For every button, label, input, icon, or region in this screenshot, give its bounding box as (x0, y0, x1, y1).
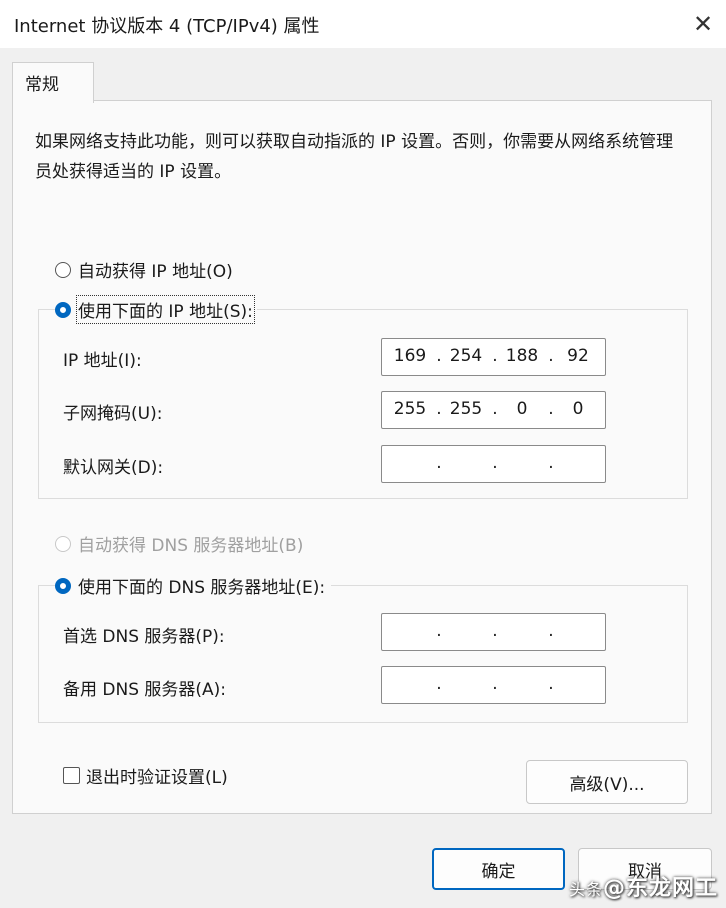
alternate-dns-input[interactable]: . . . (381, 666, 606, 704)
close-icon: ✕ (692, 10, 714, 38)
octet-separator: . (548, 674, 554, 694)
validate-checkbox-label: 退出时验证设置(L) (86, 768, 228, 788)
preferred-dns-label: 首选 DNS 服务器(P): (63, 627, 225, 647)
ip-octet-2: 254 (449, 346, 483, 366)
tab-general[interactable]: 常规 (12, 62, 94, 103)
radio-manual-ip-label: 使用下面的 IP 地址(S): (76, 295, 255, 324)
mask-octet-2: 255 (449, 399, 483, 419)
radio-manual-ip-circle[interactable] (55, 301, 71, 318)
window-title: Internet 协议版本 4 (TCP/IPv4) 属性 (14, 16, 320, 37)
radio-manual-dns[interactable]: 使用下面的 DNS 服务器地址(E): (55, 573, 332, 598)
octet-separator: . (436, 674, 442, 694)
description-text: 如果网络支持此功能，则可以获取自动指派的 IP 设置。否则，你需要从网络系统管理… (35, 132, 674, 182)
mask-octet-4: 0 (572, 399, 584, 419)
title-bar: Internet 协议版本 4 (TCP/IPv4) 属性 ✕ (0, 0, 726, 48)
close-button[interactable]: ✕ (680, 0, 726, 48)
ip-address-label: IP 地址(I): (63, 351, 142, 371)
octet-separator: . (436, 453, 442, 473)
tab-panel-general: 如果网络支持此功能，则可以获取自动指派的 IP 设置。否则，你需要从网络系统管理… (12, 100, 712, 814)
radio-auto-ip-circle[interactable] (55, 261, 71, 278)
octet-separator: . (492, 674, 498, 694)
watermark-prefix: 头条 (568, 880, 603, 899)
radio-auto-dns: 自动获得 DNS 服务器地址(B) (55, 531, 303, 556)
subnet-mask-input[interactable]: 255 . 255 . 0 . 0 (381, 391, 606, 429)
ip-settings-group: IP 地址(I): 169 . 254 . 188 . 92 子网掩码(U): … (38, 309, 688, 499)
preferred-dns-input[interactable]: . . . (381, 613, 606, 651)
octet-separator: . (436, 346, 442, 366)
watermark-text: @东龙网工 (602, 876, 718, 901)
dns-settings-group: 首选 DNS 服务器(P): . . . 备用 DNS 服务器(A): . . … (38, 585, 688, 723)
octet-separator: . (492, 453, 498, 473)
radio-auto-ip[interactable]: 自动获得 IP 地址(O) (55, 257, 233, 282)
ok-button-label: 确定 (481, 861, 516, 882)
alternate-dns-label: 备用 DNS 服务器(A): (63, 680, 227, 700)
octet-separator: . (492, 621, 498, 641)
subnet-mask-label: 子网掩码(U): (63, 404, 163, 424)
radio-manual-dns-label: 使用下面的 DNS 服务器地址(E): (78, 578, 326, 598)
octet-separator: . (548, 399, 554, 419)
octet-separator: . (548, 621, 554, 641)
radio-manual-dns-circle[interactable] (55, 577, 71, 594)
ip-octet-4: 92 (567, 346, 589, 366)
tab-label: 常规 (25, 75, 59, 95)
radio-auto-dns-circle (55, 535, 71, 552)
advanced-button[interactable]: 高级(V)... (526, 760, 688, 804)
radio-auto-dns-label: 自动获得 DNS 服务器地址(B) (78, 536, 304, 556)
radio-auto-ip-label: 自动获得 IP 地址(O) (78, 262, 233, 282)
validate-checkbox[interactable] (63, 767, 80, 784)
octet-separator: . (548, 346, 554, 366)
default-gateway-label: 默认网关(D): (63, 458, 164, 478)
octet-separator: . (436, 621, 442, 641)
octet-separator: . (548, 453, 554, 473)
radio-manual-ip[interactable]: 使用下面的 IP 地址(S): (55, 295, 257, 324)
ip-address-input[interactable]: 169 . 254 . 188 . 92 (381, 338, 606, 376)
validate-on-exit[interactable]: 退出时验证设置(L) (63, 763, 228, 788)
mask-octet-3: 0 (516, 399, 528, 419)
ok-button[interactable]: 确定 (432, 848, 565, 890)
octet-separator: . (492, 346, 498, 366)
ip-octet-1: 169 (393, 346, 427, 366)
ip-octet-3: 188 (505, 346, 539, 366)
default-gateway-input[interactable]: . . . (381, 445, 606, 483)
mask-octet-1: 255 (393, 399, 427, 419)
octet-separator: . (492, 399, 498, 419)
watermark: 头条@东龙网工 (569, 870, 718, 902)
advanced-button-label: 高级(V)... (569, 774, 645, 795)
octet-separator: . (436, 399, 442, 419)
